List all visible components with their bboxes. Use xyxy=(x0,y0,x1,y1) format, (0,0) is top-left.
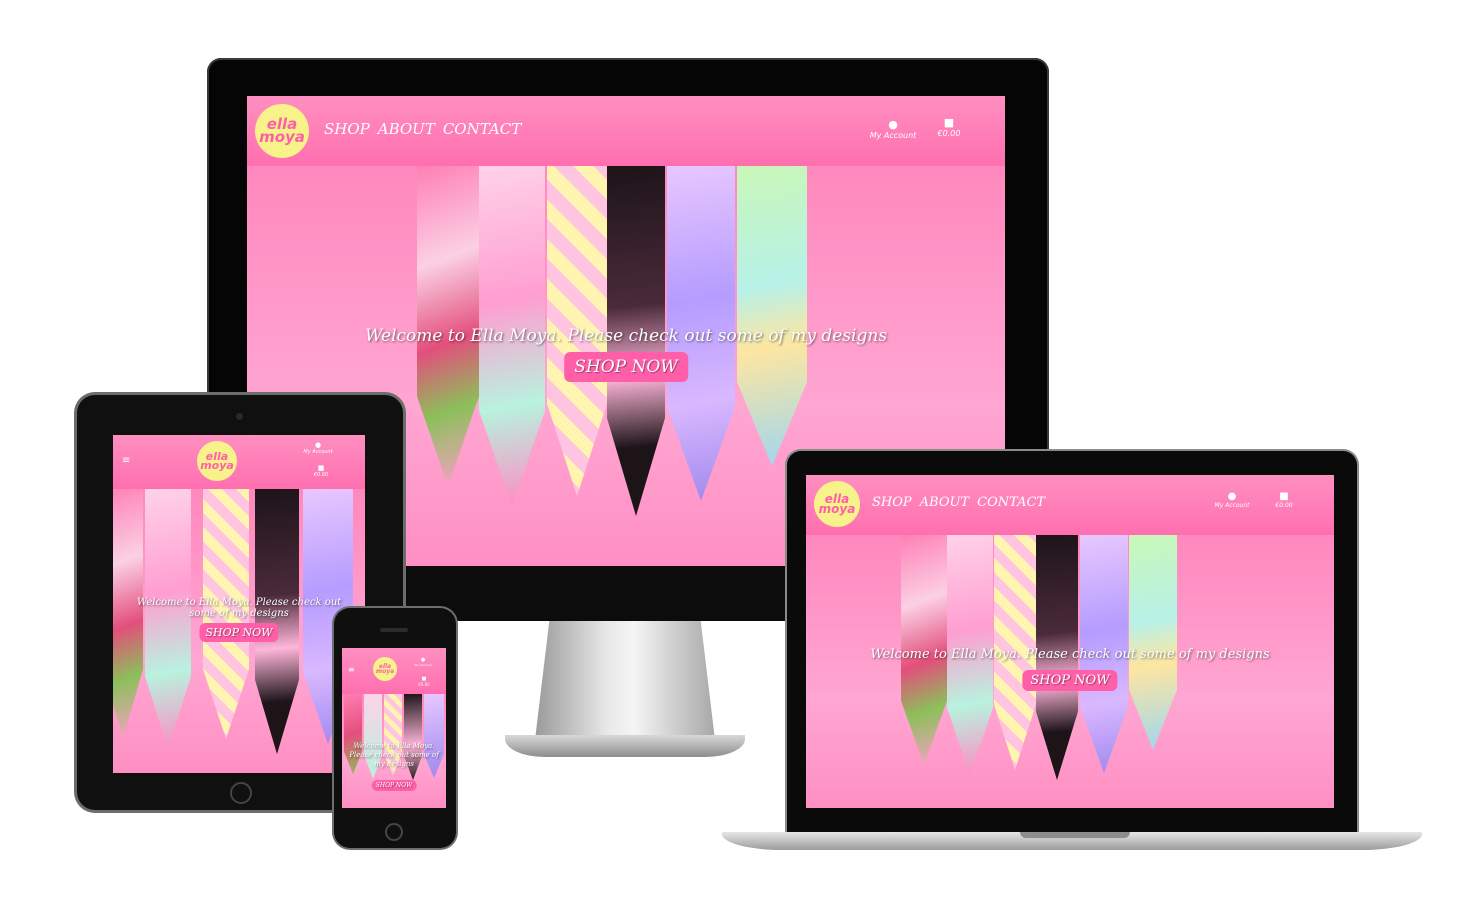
user-icon: ● xyxy=(314,441,322,449)
cart-link[interactable]: ■ €0.00 xyxy=(932,116,966,138)
nav-shop[interactable]: SHOP xyxy=(324,120,370,138)
main-nav: SHOP ABOUT CONTACT xyxy=(324,120,529,138)
logo-line2: moya xyxy=(259,128,305,146)
scarf-image xyxy=(1129,535,1177,750)
main-nav: SHOP ABOUT CONTACT xyxy=(872,495,1053,510)
cart-total: €0.00 xyxy=(313,472,329,478)
shopping-bag-icon: ■ xyxy=(943,116,955,129)
monitor-stand xyxy=(535,620,715,740)
account-label: My Account xyxy=(1214,502,1250,509)
hamburger-menu-icon[interactable]: ≡ xyxy=(122,455,130,466)
brand-logo[interactable]: ella moya xyxy=(373,657,397,681)
tablet-camera xyxy=(236,413,243,420)
tablet-home-button xyxy=(230,782,252,804)
nav-about[interactable]: ABOUT xyxy=(920,495,969,510)
account-label: My Account xyxy=(303,449,333,455)
brand-logo[interactable]: ella moya xyxy=(814,481,860,527)
hero-banner: Welcome to Ella Moya. Please check out s… xyxy=(113,489,365,773)
shopping-bag-icon: ■ xyxy=(1279,491,1289,502)
nav-shop[interactable]: SHOP xyxy=(872,495,912,510)
user-icon: ● xyxy=(1227,491,1237,502)
shopping-bag-icon: ■ xyxy=(317,464,325,472)
cart-link[interactable]: ■ €0.00 xyxy=(1270,491,1298,509)
nav-contact[interactable]: CONTACT xyxy=(977,495,1045,510)
hero-banner: Welcome to Ella Moya. Please check out s… xyxy=(806,535,1334,808)
hero-banner: Welcome to Ella Moya. Please check out s… xyxy=(342,694,446,808)
shop-now-button[interactable]: SHOP NOW xyxy=(371,780,417,791)
account-link[interactable]: ● My Account xyxy=(298,441,338,455)
account-label: My Account xyxy=(869,131,917,140)
phone-home-button xyxy=(385,823,403,841)
cart-total: €0.00 xyxy=(418,682,430,687)
nav-about[interactable]: ABOUT xyxy=(378,120,435,138)
phone-speaker xyxy=(380,628,408,632)
site-header: ella moya SHOP ABOUT CONTACT ● My Account ■… xyxy=(806,475,1334,535)
welcome-text: Welcome to Ella Moya. Please check out s… xyxy=(349,742,439,768)
cart-total: €0.00 xyxy=(937,129,961,138)
brand-logo[interactable]: ella moya xyxy=(197,441,237,481)
hamburger-menu-icon[interactable]: ≡ xyxy=(348,665,355,674)
user-icon: ● xyxy=(888,118,898,131)
shop-now-button[interactable]: SHOP NOW xyxy=(564,352,688,382)
logo-line2: moya xyxy=(200,459,234,472)
nav-contact[interactable]: CONTACT xyxy=(443,120,521,138)
cart-total: €0.00 xyxy=(1275,502,1293,509)
welcome-text: Welcome to Ella Moya. Please check out s… xyxy=(870,647,1270,662)
site-header: ella moya SHOP ABOUT CONTACT ● My Account ■… xyxy=(247,96,1005,166)
site-header: ≡ ella moya ● My Account ■ €0.00 xyxy=(342,648,446,694)
welcome-text: Welcome to Ella Moya. Please check out s… xyxy=(136,597,342,619)
phone-screen: ≡ ella moya ● My Account ■ €0.00 Welcome … xyxy=(342,648,446,808)
account-link[interactable]: ● My Account xyxy=(1208,491,1256,509)
laptop-screen: ella moya SHOP ABOUT CONTACT ● My Account ■… xyxy=(806,475,1334,808)
laptop-notch xyxy=(1020,832,1130,838)
site-header: ≡ ella moya ● My Account ■ €0.00 xyxy=(113,435,365,489)
shop-now-button[interactable]: SHOP NOW xyxy=(199,623,279,642)
logo-line2: moya xyxy=(818,502,856,516)
scarf-image xyxy=(737,166,807,466)
account-label: My Account xyxy=(414,663,432,667)
logo-line2: moya xyxy=(375,668,395,675)
account-link[interactable]: ● My Account xyxy=(408,657,438,667)
brand-logo[interactable]: ella moya xyxy=(255,104,309,158)
monitor-base xyxy=(505,735,745,757)
welcome-text: Welcome to Ella Moya. Please check out s… xyxy=(364,326,888,346)
cart-link[interactable]: ■ €0.00 xyxy=(308,464,334,478)
cart-link[interactable]: ■ €0.00 xyxy=(414,676,434,687)
tablet-screen: ≡ ella moya ● My Account ■ €0.00 Welcome … xyxy=(113,435,365,773)
scarf-image xyxy=(145,489,191,749)
shop-now-button[interactable]: SHOP NOW xyxy=(1022,670,1118,691)
scarf-image xyxy=(255,489,299,754)
account-link[interactable]: ● My Account xyxy=(869,118,917,140)
